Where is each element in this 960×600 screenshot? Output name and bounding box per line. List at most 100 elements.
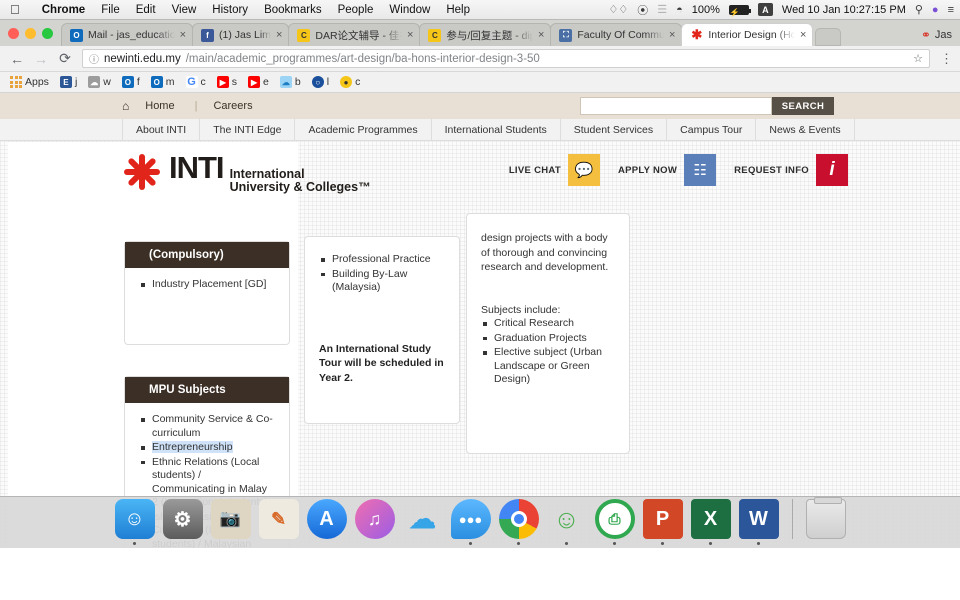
dock-item-finder[interactable]: ☺ — [114, 499, 155, 545]
nav-item-the-inti-edge[interactable]: The INTI Edge — [200, 119, 296, 140]
search-input[interactable] — [580, 97, 772, 115]
bookmark-item[interactable]: ▶ s — [216, 76, 238, 88]
dock-item-word[interactable]: W — [738, 499, 779, 545]
bookmark-label: c — [355, 76, 361, 88]
chrome-menu-icon[interactable]: ⋮ — [940, 52, 953, 65]
bookmark-item[interactable]: G c — [185, 76, 206, 88]
utility-link-careers[interactable]: Careers — [213, 100, 252, 112]
tab-close-icon[interactable]: × — [800, 29, 806, 41]
dock-item-onedrive[interactable]: ☁ — [403, 499, 443, 545]
logo-subtitle-line2: University & Colleges™ — [229, 180, 371, 194]
card-compulsory-list: Industry Placement [GD] — [139, 278, 275, 292]
nav-item-academic-programmes[interactable]: Academic Programmes — [295, 119, 432, 140]
notification-center-icon[interactable]: ≡ — [948, 4, 954, 16]
bluetooth-icon[interactable]: ☰ — [657, 3, 667, 16]
reload-button[interactable]: ⟳ — [58, 50, 72, 67]
menu-item-edit[interactable]: Edit — [128, 4, 164, 16]
forward-button[interactable]: → — [34, 51, 48, 67]
bookmark-item[interactable]: ● c — [340, 76, 360, 88]
bookmark-label: s — [231, 76, 238, 88]
bookmark-item[interactable]: E j — [59, 76, 77, 88]
close-window-button[interactable] — [8, 27, 19, 39]
tab-close-icon[interactable]: × — [407, 29, 413, 41]
site-logo[interactable]: INTI International University & Colleges… — [122, 150, 371, 194]
tab-close-icon[interactable]: × — [538, 29, 544, 41]
dock-item-excel[interactable]: X — [690, 499, 731, 545]
dock-item-app-store[interactable]: A — [306, 499, 347, 545]
running-indicator — [661, 542, 664, 545]
profile-button[interactable]: ⚭ Jas — [921, 28, 952, 42]
menu-item-chrome[interactable]: Chrome — [34, 4, 93, 16]
input-source-indicator[interactable]: A — [757, 3, 773, 16]
back-button[interactable]: ← — [10, 51, 24, 67]
browser-tab[interactable]: C 参与/回复主题 - diploma × — [419, 23, 552, 46]
info-circle-icon[interactable]: ⓘ — [89, 51, 99, 66]
airdrop-icon[interactable]: ♢♢ — [609, 3, 629, 16]
menu-item-file[interactable]: File — [93, 4, 128, 16]
bookmark-item[interactable]: ☁ b — [279, 76, 301, 88]
nav-item-about-inti[interactable]: About INTI — [122, 119, 201, 140]
nav-item-student-services[interactable]: Student Services — [561, 119, 668, 140]
live-chat-button[interactable]: LIVE CHAT 💬 — [509, 154, 600, 186]
apple-menu-icon[interactable]:  — [10, 3, 20, 16]
dock-item-preview[interactable]: 📷 — [210, 499, 251, 545]
menu-item-people[interactable]: People — [330, 4, 382, 16]
nav-item-campus-tour[interactable]: Campus Tour — [667, 119, 757, 140]
wifi-icon[interactable]: ◓ — [676, 4, 683, 16]
apply-now-button[interactable]: APPLY NOW ☷ — [618, 154, 717, 186]
dock-item-design-tools[interactable]: ✎ — [258, 499, 299, 545]
siri-icon[interactable]: ● — [932, 4, 939, 16]
tab-close-icon[interactable]: × — [669, 29, 675, 41]
tab-close-icon[interactable]: × — [276, 29, 282, 41]
finder-icon: ☺ — [114, 499, 155, 539]
menu-item-bookmarks[interactable]: Bookmarks — [256, 4, 330, 16]
card-mpu-heading: MPU Subjects — [125, 377, 289, 403]
request-info-button[interactable]: REQUEST INFO i — [734, 154, 848, 186]
menu-item-view[interactable]: View — [164, 4, 205, 16]
battery-charging-icon[interactable]: ⚡ — [728, 4, 751, 16]
bookmark-item[interactable]: O m — [150, 76, 175, 88]
dock-item-wechat[interactable]: ☺ — [547, 499, 587, 545]
dock-item-chrome[interactable] — [498, 499, 539, 545]
list-item: Community Service & Co-curriculum — [139, 413, 275, 440]
chrome-icon — [498, 499, 539, 539]
bookmark-item[interactable]: ▶ e — [248, 76, 269, 88]
address-bar[interactable]: ⓘ newinti.edu.my /main/academic_programm… — [82, 49, 930, 68]
menu-bar-status-area: ♢♢ ⦿ ☰ ◓ 100% ⚡ A Wed 10 Jan 10:27:15 PM… — [609, 2, 954, 18]
tab-favicon-outlook-icon: O — [70, 28, 83, 42]
card-right-list: Critical Research Graduation Projects El… — [481, 317, 615, 387]
utility-link-home[interactable]: Home — [145, 100, 174, 112]
browser-tab[interactable]: f (1) Jas Lim × — [192, 23, 290, 46]
nav-item-news-events[interactable]: News & Events — [756, 119, 855, 140]
dock-item-powerpoint[interactable]: P — [642, 499, 683, 545]
browser-tab[interactable]: C DAR论文辅导 - 佳礼资讯 × — [288, 23, 421, 46]
app-store-icon: A — [306, 499, 347, 539]
bookmark-apps[interactable]: Apps — [10, 76, 49, 88]
menu-item-window[interactable]: Window — [381, 4, 438, 16]
bookmark-item[interactable]: O f — [121, 76, 140, 88]
browser-tab-active[interactable]: ✱ Interior Design (Hons) × — [681, 23, 814, 46]
new-tab-button[interactable] — [815, 28, 842, 46]
bookmark-star-icon[interactable]: ☆ — [913, 52, 923, 65]
browser-tab[interactable]: ⛶ Faculty Of Communicatio × — [550, 23, 683, 46]
minimize-window-button[interactable] — [25, 27, 36, 39]
spotlight-search-icon[interactable]: ⚲ — [915, 3, 923, 16]
bookmark-item[interactable]: ☁ w — [88, 76, 111, 88]
dock-item-system-preferences[interactable]: ⚙ — [162, 499, 203, 545]
bookmark-item[interactable]: ○ l — [311, 76, 329, 88]
nav-item-international-students[interactable]: International Students — [432, 119, 561, 140]
window-controls[interactable] — [8, 20, 61, 46]
profile-avatar-icon: ⚭ — [920, 28, 931, 42]
tab-close-icon[interactable]: × — [180, 29, 186, 41]
dock-item-teamviewer[interactable]: ⎙ — [594, 499, 635, 545]
dock-item-trash[interactable] — [805, 497, 846, 545]
menu-item-help[interactable]: Help — [438, 4, 478, 16]
browser-tab[interactable]: O Mail - jas_education@... × — [61, 23, 193, 46]
dock-item-itunes[interactable]: ♫ — [354, 499, 395, 545]
menu-item-history[interactable]: History — [204, 4, 256, 16]
maximize-window-button[interactable] — [42, 27, 53, 39]
dropbox-icon[interactable]: ⦿ — [637, 2, 648, 18]
search-button[interactable]: SEARCH — [772, 97, 834, 115]
dock-item-messages[interactable]: ●●● — [450, 499, 491, 545]
home-icon[interactable]: ⌂ — [122, 99, 129, 113]
